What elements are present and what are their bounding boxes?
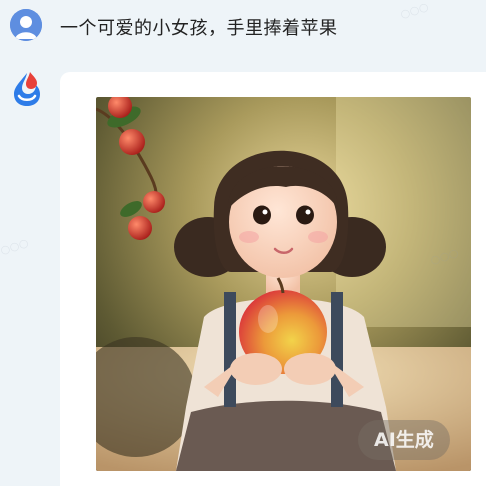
portrait-illustration — [96, 97, 471, 471]
ai-generated-badge: AI生成 — [358, 420, 450, 460]
user-avatar-icon[interactable] — [10, 9, 42, 41]
user-message-text: 一个可爱的小女孩，手里捧着苹果 — [60, 18, 338, 39]
user-message-row: 一个可爱的小女孩，手里捧着苹果 — [0, 0, 486, 56]
generated-portrait-image[interactable] — [96, 97, 471, 471]
watermark-mark: ○○○ — [0, 235, 31, 258]
chat-thread: 一个可爱的小女孩，手里捧着苹果 AI生成 ○○○ ○○○ — [0, 0, 486, 486]
assistant-logo-icon[interactable] — [10, 70, 44, 108]
